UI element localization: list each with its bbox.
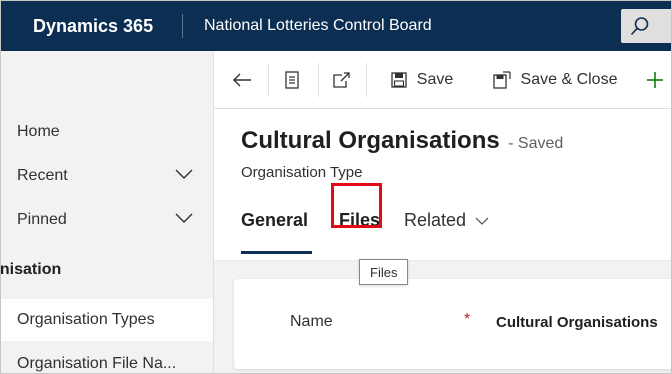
navbar-divider <box>182 14 183 38</box>
required-marker: * <box>464 311 471 328</box>
entity-name: Organisation Type <box>241 164 363 181</box>
sidebar-item-label: Pinned <box>17 211 67 228</box>
search-button[interactable] <box>621 9 671 43</box>
main-content: Cultural Organisations - Saved Organisat… <box>214 109 671 373</box>
sidebar-item-recent[interactable]: Recent <box>1 155 213 197</box>
form-selector-button[interactable] <box>272 51 312 109</box>
save-icon <box>391 72 407 88</box>
selected-tab-indicator <box>241 251 312 254</box>
save-and-close-button[interactable]: Save & Close <box>480 51 630 109</box>
app-window: Dynamics 365 National Lotteries Control … <box>0 0 672 374</box>
highlight-box <box>331 183 382 228</box>
sidebar-item-label: Home <box>17 123 60 140</box>
name-field-label: Name <box>290 313 333 330</box>
plus-icon <box>647 72 663 88</box>
save-close-icon <box>492 71 511 89</box>
new-button[interactable] <box>642 51 671 109</box>
command-divider <box>268 63 269 97</box>
sidebar-item-label: Recent <box>17 167 68 184</box>
general-section: Name * Cultural Organisations <box>234 279 671 369</box>
org-name[interactable]: National Lotteries Control Board <box>204 17 432 35</box>
tab-label: General <box>241 210 309 230</box>
sidebar-group-label: anisation <box>1 261 62 278</box>
chevron-down-icon <box>175 169 193 179</box>
back-button[interactable] <box>224 51 260 109</box>
command-bar: Save Save & Close <box>214 51 671 109</box>
sidebar-group-header: anisation <box>1 249 213 291</box>
sidebar-item-label: Organisation File Na... <box>17 355 177 372</box>
chevron-down-icon <box>475 217 489 225</box>
save-button[interactable]: Save <box>374 51 470 109</box>
sidebar: Home Recent Pinned anisation Organisatio… <box>1 51 214 373</box>
tooltip-text: Files <box>370 264 398 280</box>
tooltip-files: Files <box>359 259 409 285</box>
save-close-label: Save & Close <box>520 71 618 88</box>
sidebar-item-pinned[interactable]: Pinned <box>1 199 213 241</box>
tab-related[interactable]: Related <box>404 210 489 231</box>
back-arrow-icon <box>233 73 251 87</box>
command-divider <box>366 63 367 97</box>
top-navbar: Dynamics 365 National Lotteries Control … <box>1 1 671 51</box>
save-label: Save <box>416 71 454 88</box>
sidebar-item-organisation-types[interactable]: Organisation Types <box>1 299 213 341</box>
form-icon <box>285 71 299 89</box>
chevron-down-icon <box>175 213 193 223</box>
tab-general[interactable]: General <box>241 210 308 231</box>
app-name[interactable]: Dynamics 365 <box>1 16 182 37</box>
record-header: Cultural Organisations - Saved Organisat… <box>214 109 671 261</box>
search-icon <box>630 17 649 36</box>
command-divider <box>318 63 319 97</box>
sidebar-item-label: Organisation Types <box>17 311 155 328</box>
sidebar-item-home[interactable]: Home <box>1 111 213 153</box>
tab-label: Related <box>404 210 467 230</box>
page-title: Cultural Organisations <box>241 127 500 154</box>
save-status: - Saved <box>508 135 564 152</box>
open-new-window-button[interactable] <box>322 51 362 109</box>
sidebar-item-organisation-file-names[interactable]: Organisation File Na... <box>1 343 213 373</box>
name-field-value[interactable]: Cultural Organisations <box>496 314 658 331</box>
open-new-window-icon <box>333 72 350 88</box>
title-row: Cultural Organisations - Saved <box>241 127 563 155</box>
